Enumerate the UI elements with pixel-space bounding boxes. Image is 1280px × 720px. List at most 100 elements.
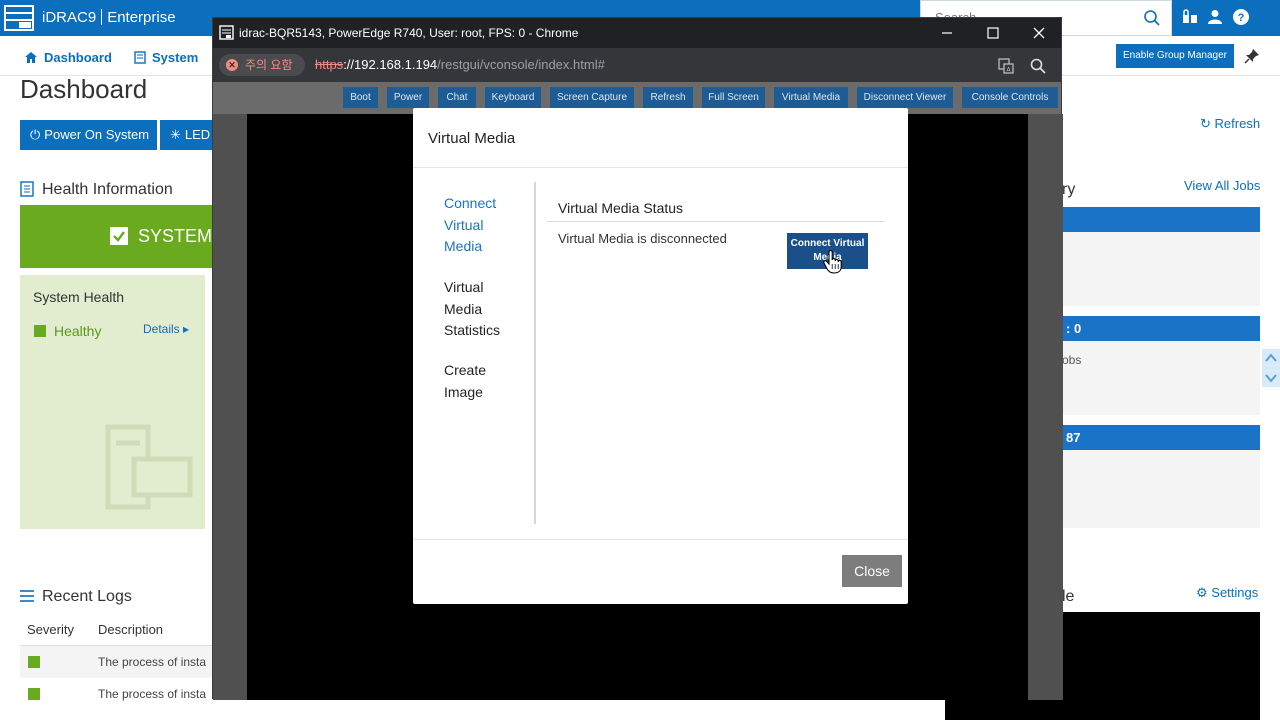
details-label: Details [143, 322, 180, 336]
full-screen-button[interactable]: Full Screen [702, 87, 765, 108]
close-icon[interactable] [1031, 25, 1047, 41]
led-button[interactable]: ✳ LED [160, 120, 220, 150]
power-icon: ⏻ [30, 127, 41, 142]
minimize-icon[interactable] [939, 25, 955, 41]
clipboard-icon [20, 181, 34, 197]
nav-dashboard[interactable]: Dashboard [24, 50, 112, 65]
power-on-label: Power On System [44, 127, 150, 142]
log-description: The process of insta [98, 687, 207, 701]
divider [547, 221, 884, 222]
chevron-up-icon[interactable] [1262, 349, 1280, 367]
job-status-bar [1062, 207, 1260, 232]
idrac-logo-icon [4, 5, 34, 31]
translate-icon[interactable]: A [997, 57, 1015, 75]
scroll-arrows[interactable] [1262, 349, 1280, 387]
address-bar[interactable]: ✕ 주의 요함 https://192.168.1.194/restgui/vco… [213, 48, 1061, 82]
maximize-icon[interactable] [985, 25, 1001, 41]
page-title: Dashboard [20, 74, 148, 104]
system-health-label: System Health [33, 289, 125, 305]
virtual-media-button[interactable]: Virtual Media [774, 87, 848, 108]
svg-text:?: ? [1238, 12, 1245, 24]
system-health-banner: SYSTEM [20, 205, 220, 268]
power-on-button[interactable]: ⏻ Power On System [20, 120, 157, 150]
search-icon[interactable] [1143, 9, 1161, 27]
window-titlebar[interactable]: idrac-BQR5143, PowerEdge R740, User: roo… [213, 18, 1061, 48]
system-health-status: Healthy [34, 323, 101, 339]
severity-ok-icon [28, 656, 40, 668]
led-icon: ✳ [170, 127, 181, 142]
dialog-title: Virtual Media [428, 130, 516, 147]
url-path: /restgui/vconsole/index.html# [437, 57, 605, 72]
settings-label: Settings [1211, 585, 1259, 600]
url-host: ://192.168.1.194 [343, 57, 438, 72]
nav-create-image[interactable]: Create Image [444, 360, 524, 403]
brand-edition: Enterprise [107, 9, 176, 26]
home-icon [25, 52, 37, 63]
recent-logs-heading: Recent Logs [20, 588, 132, 606]
screen-capture-button[interactable]: Screen Capture [550, 87, 634, 108]
enable-group-manager-button[interactable]: Enable Group Manager [1116, 44, 1234, 68]
settings-link[interactable]: ⚙ Settings [1196, 585, 1258, 601]
job-card [1062, 232, 1260, 306]
brand-name: iDRAC9 [42, 9, 97, 26]
gear-icon: ⚙ [1196, 585, 1208, 600]
server-illustration-icon [105, 424, 193, 510]
refresh-icon: ↻ [1200, 116, 1211, 131]
jobs-text: obs [1062, 353, 1082, 367]
security-warning-chip[interactable]: ✕ 주의 요함 [219, 54, 305, 76]
console-app-icon [219, 25, 234, 40]
system-icon [134, 51, 146, 64]
console-border-left [213, 114, 247, 700]
security-warning-label: 주의 요함 [245, 58, 293, 72]
col-severity: Severity [27, 622, 74, 637]
chat-button[interactable]: Chat [438, 87, 476, 108]
job-summary-heading: ry [1062, 181, 1076, 198]
status-heading: Virtual Media Status [558, 200, 684, 216]
help-icon[interactable]: ? [1232, 8, 1250, 26]
refresh-link[interactable]: ↻ Refresh [1200, 116, 1260, 132]
window-title: idrac-BQR5143, PowerEdge R740, User: roo… [239, 26, 579, 40]
count-card [1062, 450, 1260, 528]
group-icon[interactable] [1181, 8, 1199, 26]
system-health-status-text: Healthy [54, 323, 102, 339]
console-border-right [1028, 114, 1063, 700]
divider [534, 182, 536, 524]
chevron-down-icon[interactable] [1262, 369, 1280, 387]
refresh-label: Refresh [1214, 116, 1261, 131]
nav-connect-virtual-media[interactable]: Connect Virtual Media [444, 193, 524, 258]
not-secure-icon: ✕ [226, 59, 238, 71]
view-all-jobs-link[interactable]: View All Jobs [1184, 178, 1260, 193]
power-button[interactable]: Power [387, 87, 429, 108]
pin-icon[interactable] [1244, 48, 1260, 64]
virtual-media-dialog: Virtual Media Connect Virtual Media Virt… [413, 108, 908, 604]
boot-button[interactable]: Boot [343, 87, 378, 108]
nav-system[interactable]: System [134, 50, 198, 65]
check-icon [110, 227, 128, 245]
url-text[interactable]: https://192.168.1.194/restgui/vconsole/i… [315, 57, 605, 72]
divider [413, 167, 908, 168]
health-information-label: Health Information [42, 181, 173, 198]
virtual-console-heading: le [1062, 588, 1075, 605]
disconnect-viewer-button[interactable]: Disconnect Viewer [857, 87, 953, 108]
refresh-button[interactable]: Refresh [643, 87, 693, 108]
console-controls-button[interactable]: Console Controls [962, 87, 1058, 108]
led-label: LED [184, 127, 211, 142]
keyboard-button[interactable]: Keyboard [485, 87, 541, 108]
nav-system-label: System [152, 50, 199, 65]
zoom-icon[interactable] [1029, 57, 1047, 75]
url-scheme: https [315, 57, 344, 72]
close-button[interactable]: Close [842, 555, 902, 587]
health-information-heading: Health Information [20, 181, 173, 199]
count-bar: 87 [1062, 425, 1260, 450]
recent-logs-label: Recent Logs [42, 588, 132, 605]
user-icon[interactable] [1206, 8, 1224, 26]
log-description: The process of insta [98, 655, 207, 669]
list-icon [20, 590, 34, 602]
system-health-panel: System Health Healthy Details ▸ [20, 275, 205, 529]
details-link[interactable]: Details ▸ [143, 322, 189, 336]
hand-cursor-icon [823, 250, 842, 274]
healthy-check-icon [34, 325, 46, 337]
nav-virtual-media-statistics[interactable]: Virtual Media Statistics [444, 277, 524, 342]
nav-dashboard-label: Dashboard [44, 50, 112, 65]
idrac-brand: iDRAC9 Enterprise [42, 9, 176, 26]
